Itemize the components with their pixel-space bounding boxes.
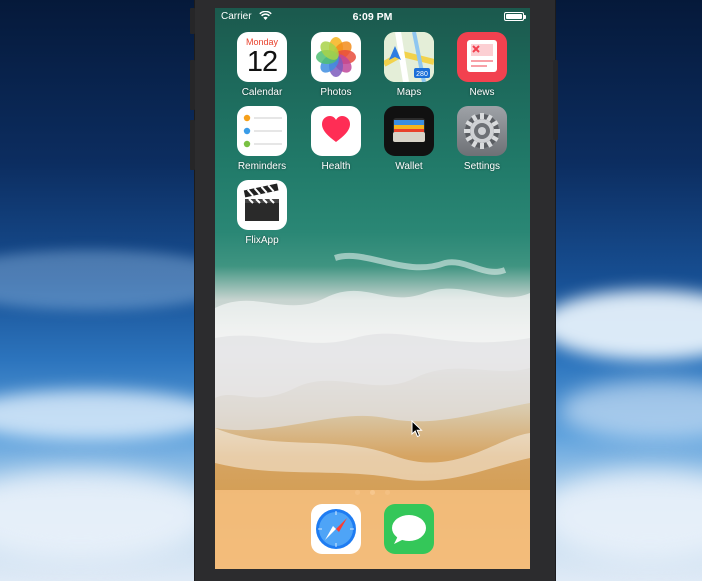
gear-icon — [457, 106, 507, 156]
app-label: Settings — [463, 161, 501, 172]
safari-compass-icon — [316, 509, 356, 549]
wallet-icon — [384, 106, 434, 156]
app-settings[interactable]: Settings — [446, 106, 518, 176]
calendar-icon: Monday 12 — [237, 32, 287, 82]
dock — [215, 490, 530, 569]
app-label: Photos — [320, 87, 352, 98]
app-label: Reminders — [237, 161, 287, 172]
app-label: Wallet — [395, 161, 423, 172]
ringer-switch[interactable] — [190, 8, 195, 34]
maps-icon: 280 — [384, 32, 434, 82]
battery-tip — [524, 15, 526, 19]
app-reminders[interactable]: Reminders — [226, 106, 298, 176]
page-indicator[interactable] — [215, 482, 530, 495]
app-label: Calendar — [241, 87, 283, 98]
maps-route-badge: 280 — [416, 71, 428, 78]
home-screen: Carrier 6:09 PM Monday 12 Calendar Photo… — [215, 8, 530, 569]
app-calendar[interactable]: Monday 12 Calendar — [226, 32, 298, 102]
app-flixapp[interactable]: FlixApp — [226, 180, 298, 250]
app-photos[interactable]: Photos — [300, 32, 372, 102]
app-news[interactable]: News — [446, 32, 518, 102]
app-label: News — [469, 87, 495, 98]
photos-pinwheel-icon — [311, 32, 361, 82]
power-button[interactable] — [553, 60, 558, 140]
app-label: Maps — [396, 87, 422, 98]
dock-app-messages[interactable] — [384, 504, 434, 554]
mouse-cursor-icon — [411, 420, 423, 438]
status-time: 6:09 PM — [352, 11, 393, 23]
app-label: FlixApp — [245, 235, 279, 246]
status-bar: Carrier 6:09 PM — [215, 8, 530, 26]
app-health[interactable]: Health — [300, 106, 372, 176]
calendar-day: 12 — [246, 46, 278, 78]
messages-bubble-icon — [392, 515, 426, 544]
app-wallet[interactable]: Wallet — [373, 106, 445, 176]
reminders-icon — [237, 106, 287, 156]
dock-app-safari[interactable] — [311, 504, 361, 554]
news-icon — [457, 32, 507, 82]
heart-icon — [311, 106, 361, 156]
app-maps[interactable]: 280 Maps — [373, 32, 445, 102]
battery-icon — [504, 12, 524, 21]
volume-up-button[interactable] — [190, 60, 195, 110]
volume-down-button[interactable] — [190, 120, 195, 170]
clapperboard-icon — [237, 180, 287, 230]
app-label: Health — [321, 161, 351, 172]
